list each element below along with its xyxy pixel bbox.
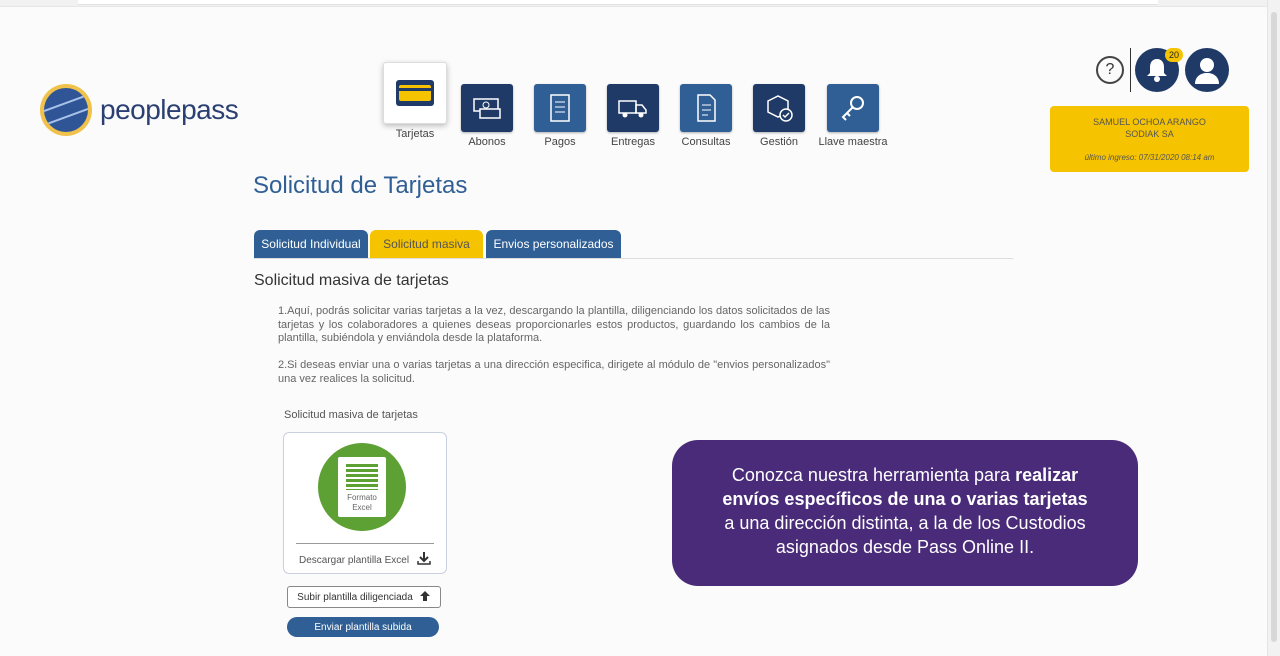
browser-top-strip: [0, 0, 1280, 7]
upload-template-button[interactable]: Subir plantilla diligenciada: [287, 586, 441, 608]
globe-icon: [40, 84, 92, 136]
promo-banner: Conozca nuestra herramienta para realiza…: [672, 440, 1138, 586]
last-login: último ingreso: 07/31/2020 08:14 am: [1084, 153, 1215, 162]
page-title: Solicitud de Tarjetas: [253, 172, 468, 199]
excel-format-label-2: Excel: [352, 503, 372, 512]
receipt-icon: [534, 84, 586, 132]
nav-label: Consultas: [681, 136, 731, 148]
download-template-label: Descargar plantilla Excel: [299, 555, 410, 566]
box-check-icon: [753, 84, 805, 132]
promo-text-1: Conozca nuestra herramienta para: [731, 465, 1016, 485]
nav-label: Abonos: [468, 136, 506, 148]
nav-item-pagos[interactable]: Pagos: [523, 84, 597, 148]
promo-text-2-bold: envíos específicos de una o varias tarje…: [722, 489, 1088, 509]
tab-solicitud-individual[interactable]: Solicitud Individual: [254, 230, 368, 258]
scrollbar-thumb[interactable]: [1271, 12, 1277, 642]
nav-item-tarjetas[interactable]: Tarjetas: [378, 62, 452, 140]
money-icon: [461, 84, 513, 132]
scrollbar[interactable]: [1267, 0, 1280, 656]
nav-item-llave-maestra[interactable]: Llave maestra: [816, 84, 890, 148]
nav-item-consultas[interactable]: Consultas: [669, 84, 743, 148]
promo-text-3: a una dirección distinta, a la de los Cu…: [724, 513, 1086, 533]
company-name: SODIAK SA: [1125, 129, 1174, 139]
download-template-link[interactable]: Descargar plantilla Excel: [299, 551, 431, 570]
nav-item-entregas[interactable]: Entregas: [596, 84, 670, 148]
download-card: Formato Excel Descargar plantilla Excel: [283, 432, 447, 574]
instruction-paragraph-2: 2.Si deseas enviar una o varias tarjetas…: [278, 359, 830, 385]
promo-text-4: asignados desde Pass Online II.: [775, 537, 1035, 557]
tab-envios-personalizados[interactable]: Envios personalizados: [486, 230, 621, 258]
excel-file-icon: Formato Excel: [318, 443, 406, 531]
bell-icon[interactable]: 20: [1135, 48, 1183, 92]
tab-bar: Solicitud Individual Solicitud masiva En…: [254, 230, 1013, 259]
help-icon[interactable]: ?: [1096, 56, 1124, 84]
nav-label: Tarjetas: [395, 128, 435, 140]
user-name: SAMUEL OCHOA ARANGO: [1093, 117, 1206, 127]
divider: [296, 543, 434, 544]
document-icon: [680, 84, 732, 132]
key-icon: [827, 84, 879, 132]
section-title: Solicitud masiva de tarjetas: [254, 272, 449, 289]
promo-text-1-bold: realizar: [1015, 465, 1079, 485]
brand-logo[interactable]: peoplepass: [40, 84, 239, 136]
upload-template-label: Subir plantilla diligenciada: [297, 591, 413, 603]
nav-label: Llave maestra: [818, 136, 888, 148]
help-symbol: ?: [1105, 61, 1115, 78]
nav-label: Gestión: [760, 136, 798, 148]
user-avatar-icon[interactable]: [1185, 48, 1229, 92]
tab-solicitud-masiva[interactable]: Solicitud masiva: [370, 230, 483, 258]
download-card-caption: Solicitud masiva de tarjetas: [284, 409, 418, 421]
notification-badge: 20: [1165, 48, 1183, 62]
card-icon: [383, 62, 447, 124]
instruction-paragraph-1: 1.Aquí, podrás solicitar varias tarjetas…: [278, 305, 830, 344]
brand-name: peoplepass: [100, 94, 239, 125]
excel-format-label: Formato: [347, 493, 377, 502]
arrow-up-icon: [419, 590, 431, 605]
nav-label: Pagos: [544, 136, 576, 148]
divider: [1130, 48, 1131, 92]
header-actions: ? 20: [1096, 48, 1229, 92]
nav-label: Entregas: [610, 136, 656, 148]
download-icon[interactable]: [417, 551, 431, 570]
nav-item-abonos[interactable]: Abonos: [450, 84, 524, 148]
truck-icon: [607, 84, 659, 132]
user-info-card: SAMUEL OCHOA ARANGO SODIAK SA último ing…: [1050, 106, 1249, 172]
send-template-button[interactable]: Enviar plantilla subida: [287, 617, 439, 637]
nav-item-gestion[interactable]: Gestión: [742, 84, 816, 148]
